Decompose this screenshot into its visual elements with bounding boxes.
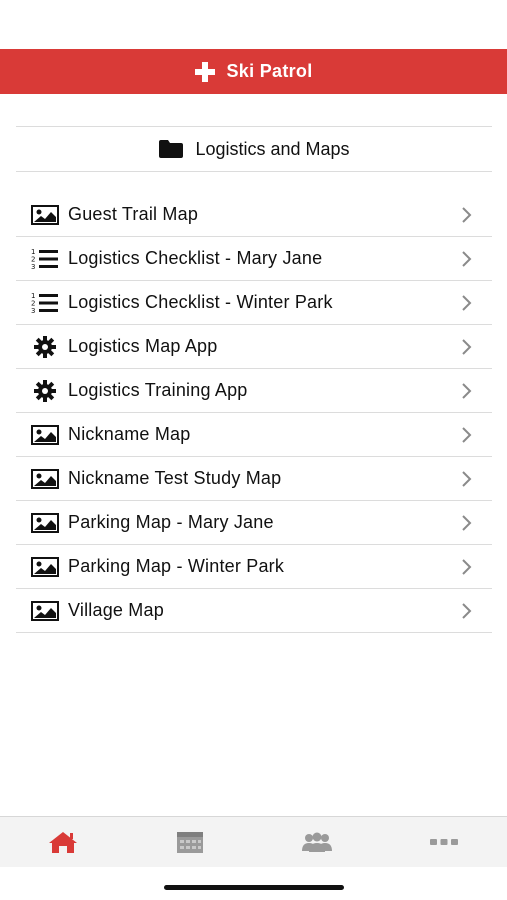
item-label: Village Map: [68, 600, 164, 620]
numbered-list-icon: 123: [30, 292, 60, 314]
item-label: Logistics Map App: [68, 336, 218, 356]
numbered-list-icon: 123: [30, 248, 60, 270]
more-icon: [429, 839, 458, 845]
gear-icon: [30, 379, 60, 402]
chevron-right-icon: [462, 295, 472, 311]
chevron-right-icon: [462, 515, 472, 531]
tab-calendar[interactable]: [127, 817, 254, 867]
image-icon: [30, 424, 60, 446]
list-item[interactable]: Logistics Training App: [16, 369, 492, 413]
list-item[interactable]: 123 Logistics Checklist - Mary Jane: [16, 237, 492, 281]
chevron-right-icon: [462, 339, 472, 355]
chevron-right-icon: [462, 603, 472, 619]
calendar-icon: [177, 832, 204, 853]
list-item[interactable]: Guest Trail Map: [16, 193, 492, 237]
gear-icon: [30, 335, 60, 358]
list-item[interactable]: Nickname Map: [16, 413, 492, 457]
tab-people[interactable]: [254, 817, 381, 867]
item-label: Parking Map - Mary Jane: [68, 512, 274, 532]
section-header: Logistics and Maps: [16, 126, 492, 172]
svg-text:3: 3: [31, 307, 35, 314]
folder-icon: [159, 140, 184, 158]
list-item[interactable]: Logistics Map App: [16, 325, 492, 369]
item-label: Parking Map - Winter Park: [68, 556, 285, 576]
section-title: Logistics and Maps: [195, 138, 350, 159]
tab-home[interactable]: [0, 817, 127, 867]
header-bar: Ski Patrol: [0, 49, 507, 94]
item-label: Logistics Checklist - Winter Park: [68, 292, 333, 312]
home-icon: [49, 832, 78, 853]
home-indicator: [164, 885, 344, 890]
tab-more[interactable]: [380, 817, 507, 867]
list-item[interactable]: Nickname Test Study Map: [16, 457, 492, 501]
image-icon: [30, 512, 60, 534]
item-label: Nickname Test Study Map: [68, 468, 282, 488]
app-title: Ski Patrol: [226, 61, 313, 81]
chevron-right-icon: [462, 383, 472, 399]
item-label: Logistics Checklist - Mary Jane: [68, 248, 323, 268]
chevron-right-icon: [462, 207, 472, 223]
svg-text:3: 3: [31, 263, 35, 270]
tab-bar: [0, 816, 507, 867]
list-item[interactable]: 123 Logistics Checklist - Winter Park: [16, 281, 492, 325]
people-icon: [301, 832, 332, 852]
list-item[interactable]: Village Map: [16, 589, 492, 633]
image-icon: [30, 556, 60, 578]
chevron-right-icon: [462, 471, 472, 487]
image-icon: [30, 468, 60, 490]
plus-icon: [195, 61, 216, 82]
list-item[interactable]: Parking Map - Mary Jane: [16, 501, 492, 545]
chevron-right-icon: [462, 251, 472, 267]
image-icon: [30, 204, 60, 226]
image-icon: [30, 600, 60, 622]
chevron-right-icon: [462, 559, 472, 575]
chevron-right-icon: [462, 427, 472, 443]
item-label: Guest Trail Map: [68, 204, 199, 224]
item-list: Guest Trail Map 123 Logistics Checklist …: [16, 193, 492, 633]
list-item[interactable]: Parking Map - Winter Park: [16, 545, 492, 589]
item-label: Logistics Training App: [68, 380, 248, 400]
item-label: Nickname Map: [68, 424, 191, 444]
